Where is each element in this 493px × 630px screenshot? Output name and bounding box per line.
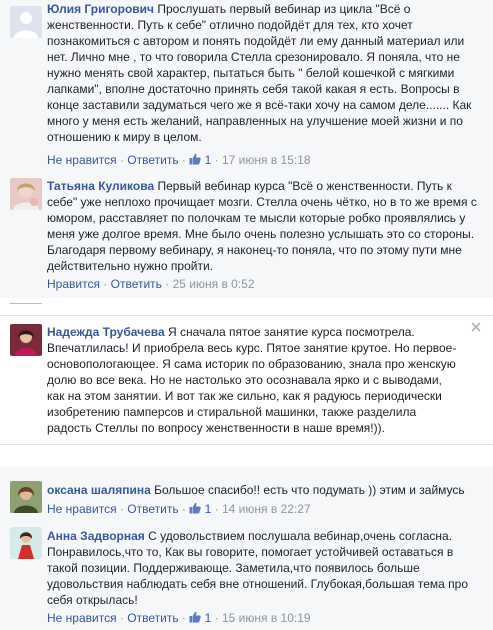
- comment-actions: Не нравится · Ответить · 1 · 17 июня в 1…: [47, 153, 311, 167]
- comment-text: Первый вебинар курса "Всё о женственност…: [47, 179, 477, 273]
- thumbs-up-icon: [189, 502, 201, 514]
- unlike-button[interactable]: Не нравится: [47, 153, 117, 167]
- comment-text: Большое спасибо!! есть что подумать )) э…: [154, 483, 465, 497]
- close-icon[interactable]: [471, 322, 481, 332]
- reply-button[interactable]: Ответить: [127, 502, 178, 516]
- avatar[interactable]: [10, 6, 42, 38]
- like-count: 1: [204, 502, 212, 516]
- comment-actions: Нравится · Ответить · 25 июня в 0:52: [47, 277, 255, 291]
- comment-text: Прослушать первый вебинар из цикла "Всё …: [47, 2, 472, 144]
- comment-body: Юлия Григорович Прослушать первый вебина…: [47, 1, 477, 145]
- comment-actions: Не нравится · Ответить · 1 · 15 июня в 1…: [47, 611, 311, 625]
- reply-button[interactable]: Ответить: [127, 611, 178, 625]
- like-counter[interactable]: 1: [189, 153, 214, 167]
- comment-body: Анна Задворная С удовольствием послушала…: [47, 528, 477, 608]
- like-button[interactable]: Нравится: [47, 277, 100, 291]
- avatar[interactable]: [10, 178, 42, 210]
- comment-anna: Анна Задворная С удовольствием послушала…: [0, 521, 493, 630]
- comment-text: Я сначала пятое занятие курса посмотрела…: [47, 325, 457, 435]
- comment-body: Надежда Трубачева Я сначала пятое заняти…: [47, 324, 462, 436]
- reply-button[interactable]: Ответить: [111, 277, 162, 291]
- comment-yulia: Юлия Григорович Прослушать первый вебина…: [0, 0, 493, 178]
- reply-button[interactable]: Ответить: [127, 153, 178, 167]
- like-count: 1: [204, 611, 212, 625]
- comment-oksana: оксана шаляпина Большое спасибо!! есть ч…: [0, 467, 493, 521]
- divider: [0, 298, 493, 315]
- comment-body: Татьяна Куликова Первый вебинар курса "В…: [47, 178, 477, 274]
- comment-timestamp[interactable]: 17 июня в 15:18: [222, 153, 311, 167]
- thumbs-up-icon: [189, 611, 201, 623]
- unlike-button[interactable]: Не нравится: [47, 611, 117, 625]
- like-count: 1: [204, 153, 212, 167]
- comment-author[interactable]: Юлия Григорович: [47, 2, 154, 16]
- comment-timestamp[interactable]: 14 июня в 22:27: [222, 502, 311, 516]
- avatar[interactable]: [10, 527, 42, 559]
- divider: [0, 445, 493, 467]
- comment-author[interactable]: оксана шаляпина: [47, 483, 151, 497]
- comment-author[interactable]: Татьяна Куликова: [47, 179, 154, 193]
- avatar[interactable]: [10, 481, 42, 513]
- comment-author[interactable]: Надежда Трубачева: [47, 325, 165, 339]
- avatar[interactable]: [10, 324, 42, 356]
- comment-timestamp[interactable]: 25 июня в 0:52: [173, 277, 255, 291]
- comment-actions: Не нравится · Ответить · 1 · 14 июня в 2…: [47, 502, 311, 516]
- like-counter[interactable]: 1: [189, 611, 214, 625]
- comment-nadezhda: Надежда Трубачева Я сначала пятое заняти…: [0, 315, 493, 445]
- avatar: [10, 298, 42, 304]
- unlike-button[interactable]: Не нравится: [47, 502, 117, 516]
- comment-body: оксана шаляпина Большое спасибо!! есть ч…: [47, 482, 477, 498]
- thumbs-up-icon: [189, 153, 201, 165]
- comment-timestamp[interactable]: 15 июня в 10:19: [222, 611, 311, 625]
- comment-tatyana: Татьяна Куликова Первый вебинар курса "В…: [0, 178, 493, 298]
- like-counter[interactable]: 1: [189, 502, 214, 516]
- comment-author[interactable]: Анна Задворная: [47, 529, 145, 543]
